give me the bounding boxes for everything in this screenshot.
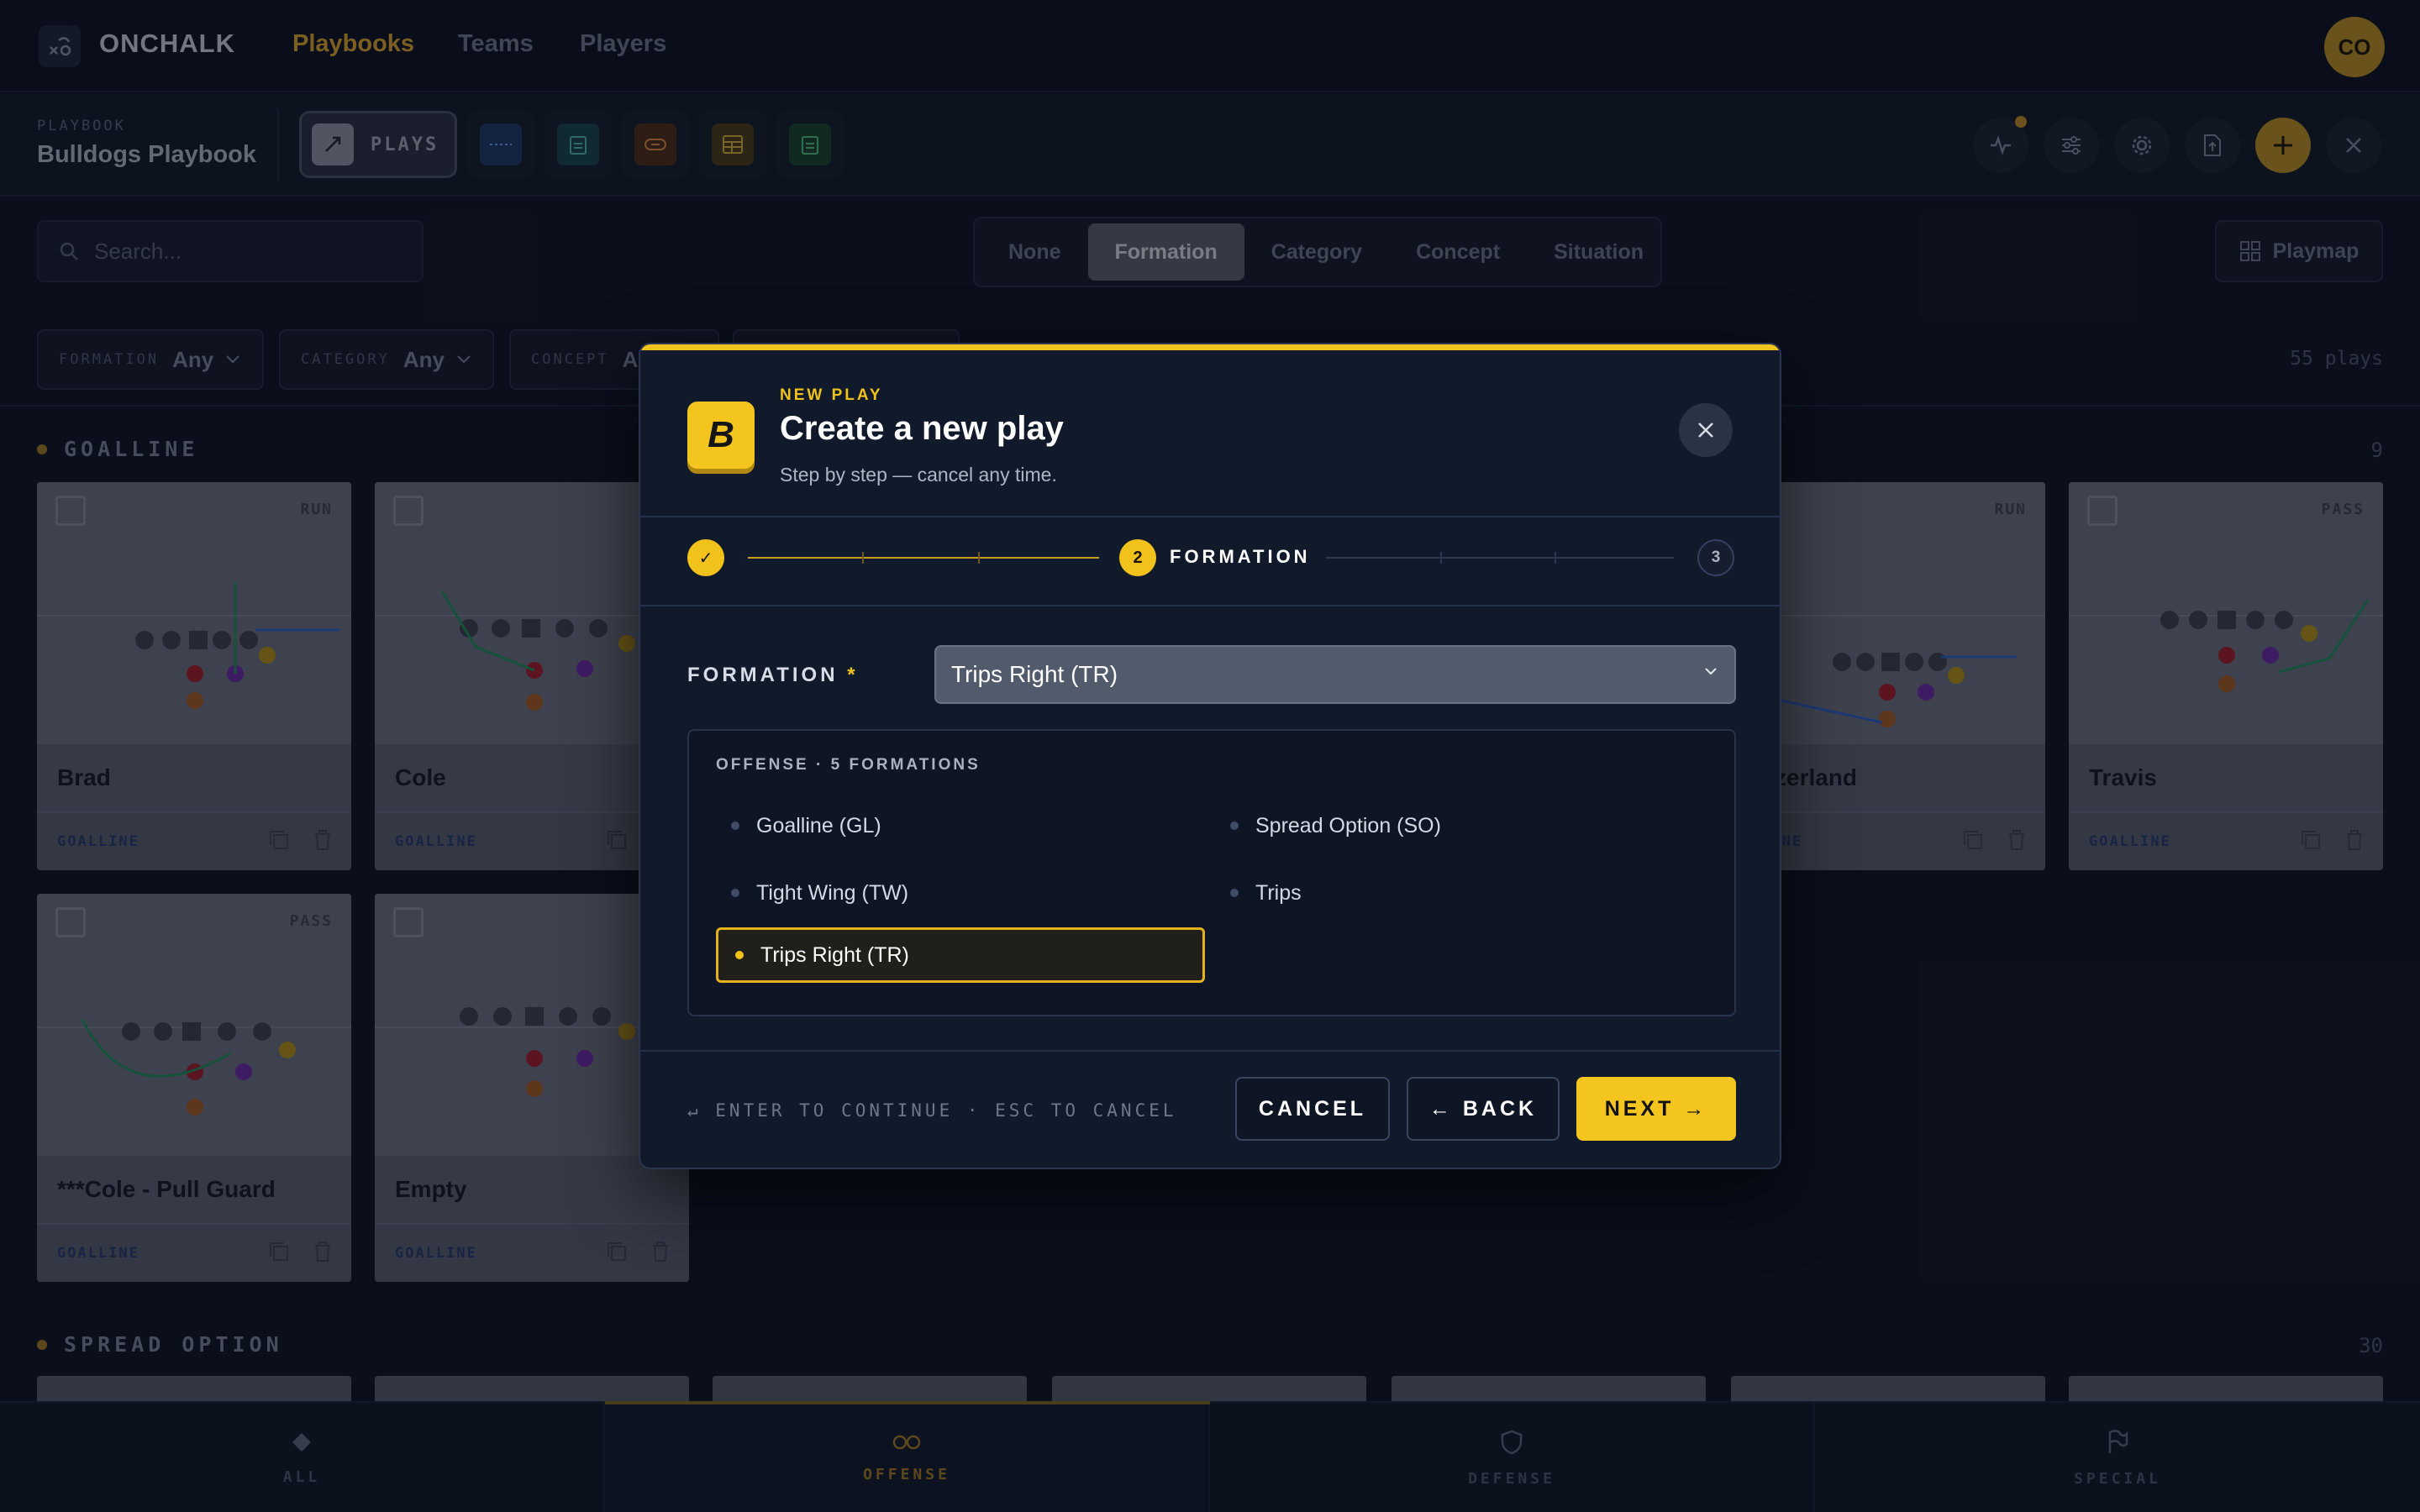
- modal-divider: [640, 1050, 1780, 1052]
- modal-divider: [640, 516, 1780, 517]
- formation-option[interactable]: Spread Option (SO): [1213, 798, 1701, 853]
- new-play-modal: B NEW PLAY Create a new play Step by ste…: [639, 343, 1781, 1169]
- required-mark: *: [847, 664, 859, 686]
- step-1-complete: ✓: [687, 539, 724, 576]
- step-tick: [862, 552, 864, 564]
- formation-select[interactable]: Trips Right (TR): [934, 645, 1736, 704]
- step-3-pending: 3: [1697, 539, 1734, 576]
- step-progress: ✓ 2 FORMATION 3: [687, 539, 1736, 578]
- modal-close-button[interactable]: [1679, 403, 1733, 457]
- option-label: Tight Wing (TW): [756, 880, 909, 905]
- option-bullet: [1230, 889, 1239, 897]
- option-label: Goalline (GL): [756, 813, 881, 837]
- option-label: Trips: [1255, 880, 1302, 905]
- modal-accent-bar: [640, 344, 1780, 350]
- formation-option[interactable]: Goalline (GL): [714, 798, 1202, 853]
- modal-eyebrow: NEW PLAY: [780, 386, 883, 404]
- step-tick: [1555, 552, 1556, 564]
- keyboard-hint: ↵ ENTER TO CONTINUE · ESC TO CANCEL: [687, 1100, 1177, 1121]
- step-connector-pending: [1326, 557, 1674, 559]
- formation-label-text: FORMATION: [687, 664, 839, 686]
- option-bullet: [731, 822, 739, 830]
- step-2-current: 2: [1119, 539, 1156, 576]
- formation-list-header: OFFENSE · 5 FORMATIONS: [716, 756, 981, 774]
- option-bullet: [731, 889, 739, 897]
- formation-field-label: FORMATION *: [687, 664, 859, 687]
- step-connector-complete: [748, 557, 1099, 559]
- formation-option[interactable]: Tight Wing (TW): [714, 865, 1202, 921]
- option-bullet: [1230, 822, 1239, 830]
- option-label: Trips Right (TR): [760, 942, 909, 967]
- formation-options-list: OFFENSE · 5 FORMATIONS Goalline (GL) Spr…: [687, 729, 1736, 1016]
- formation-select-value: Trips Right (TR): [951, 661, 1118, 687]
- formation-option-selected[interactable]: Trips Right (TR): [716, 927, 1205, 983]
- back-button[interactable]: ← BACK: [1407, 1077, 1560, 1141]
- cancel-button[interactable]: CANCEL: [1235, 1077, 1390, 1141]
- step-2-label: FORMATION: [1170, 546, 1311, 567]
- modal-divider: [640, 605, 1780, 606]
- playbook-logo: B: [687, 402, 755, 469]
- formation-option[interactable]: Trips: [1213, 865, 1701, 921]
- modal-subtitle: Step by step — cancel any time.: [780, 464, 1057, 486]
- next-button[interactable]: NEXT →: [1576, 1077, 1736, 1141]
- option-bullet: [735, 951, 744, 959]
- chevron-down-icon: [1705, 668, 1717, 675]
- option-label: Spread Option (SO): [1255, 813, 1441, 837]
- step-tick: [978, 552, 980, 564]
- close-icon: [1698, 423, 1713, 438]
- step-tick: [1440, 552, 1442, 564]
- modal-title: Create a new play: [780, 410, 1064, 447]
